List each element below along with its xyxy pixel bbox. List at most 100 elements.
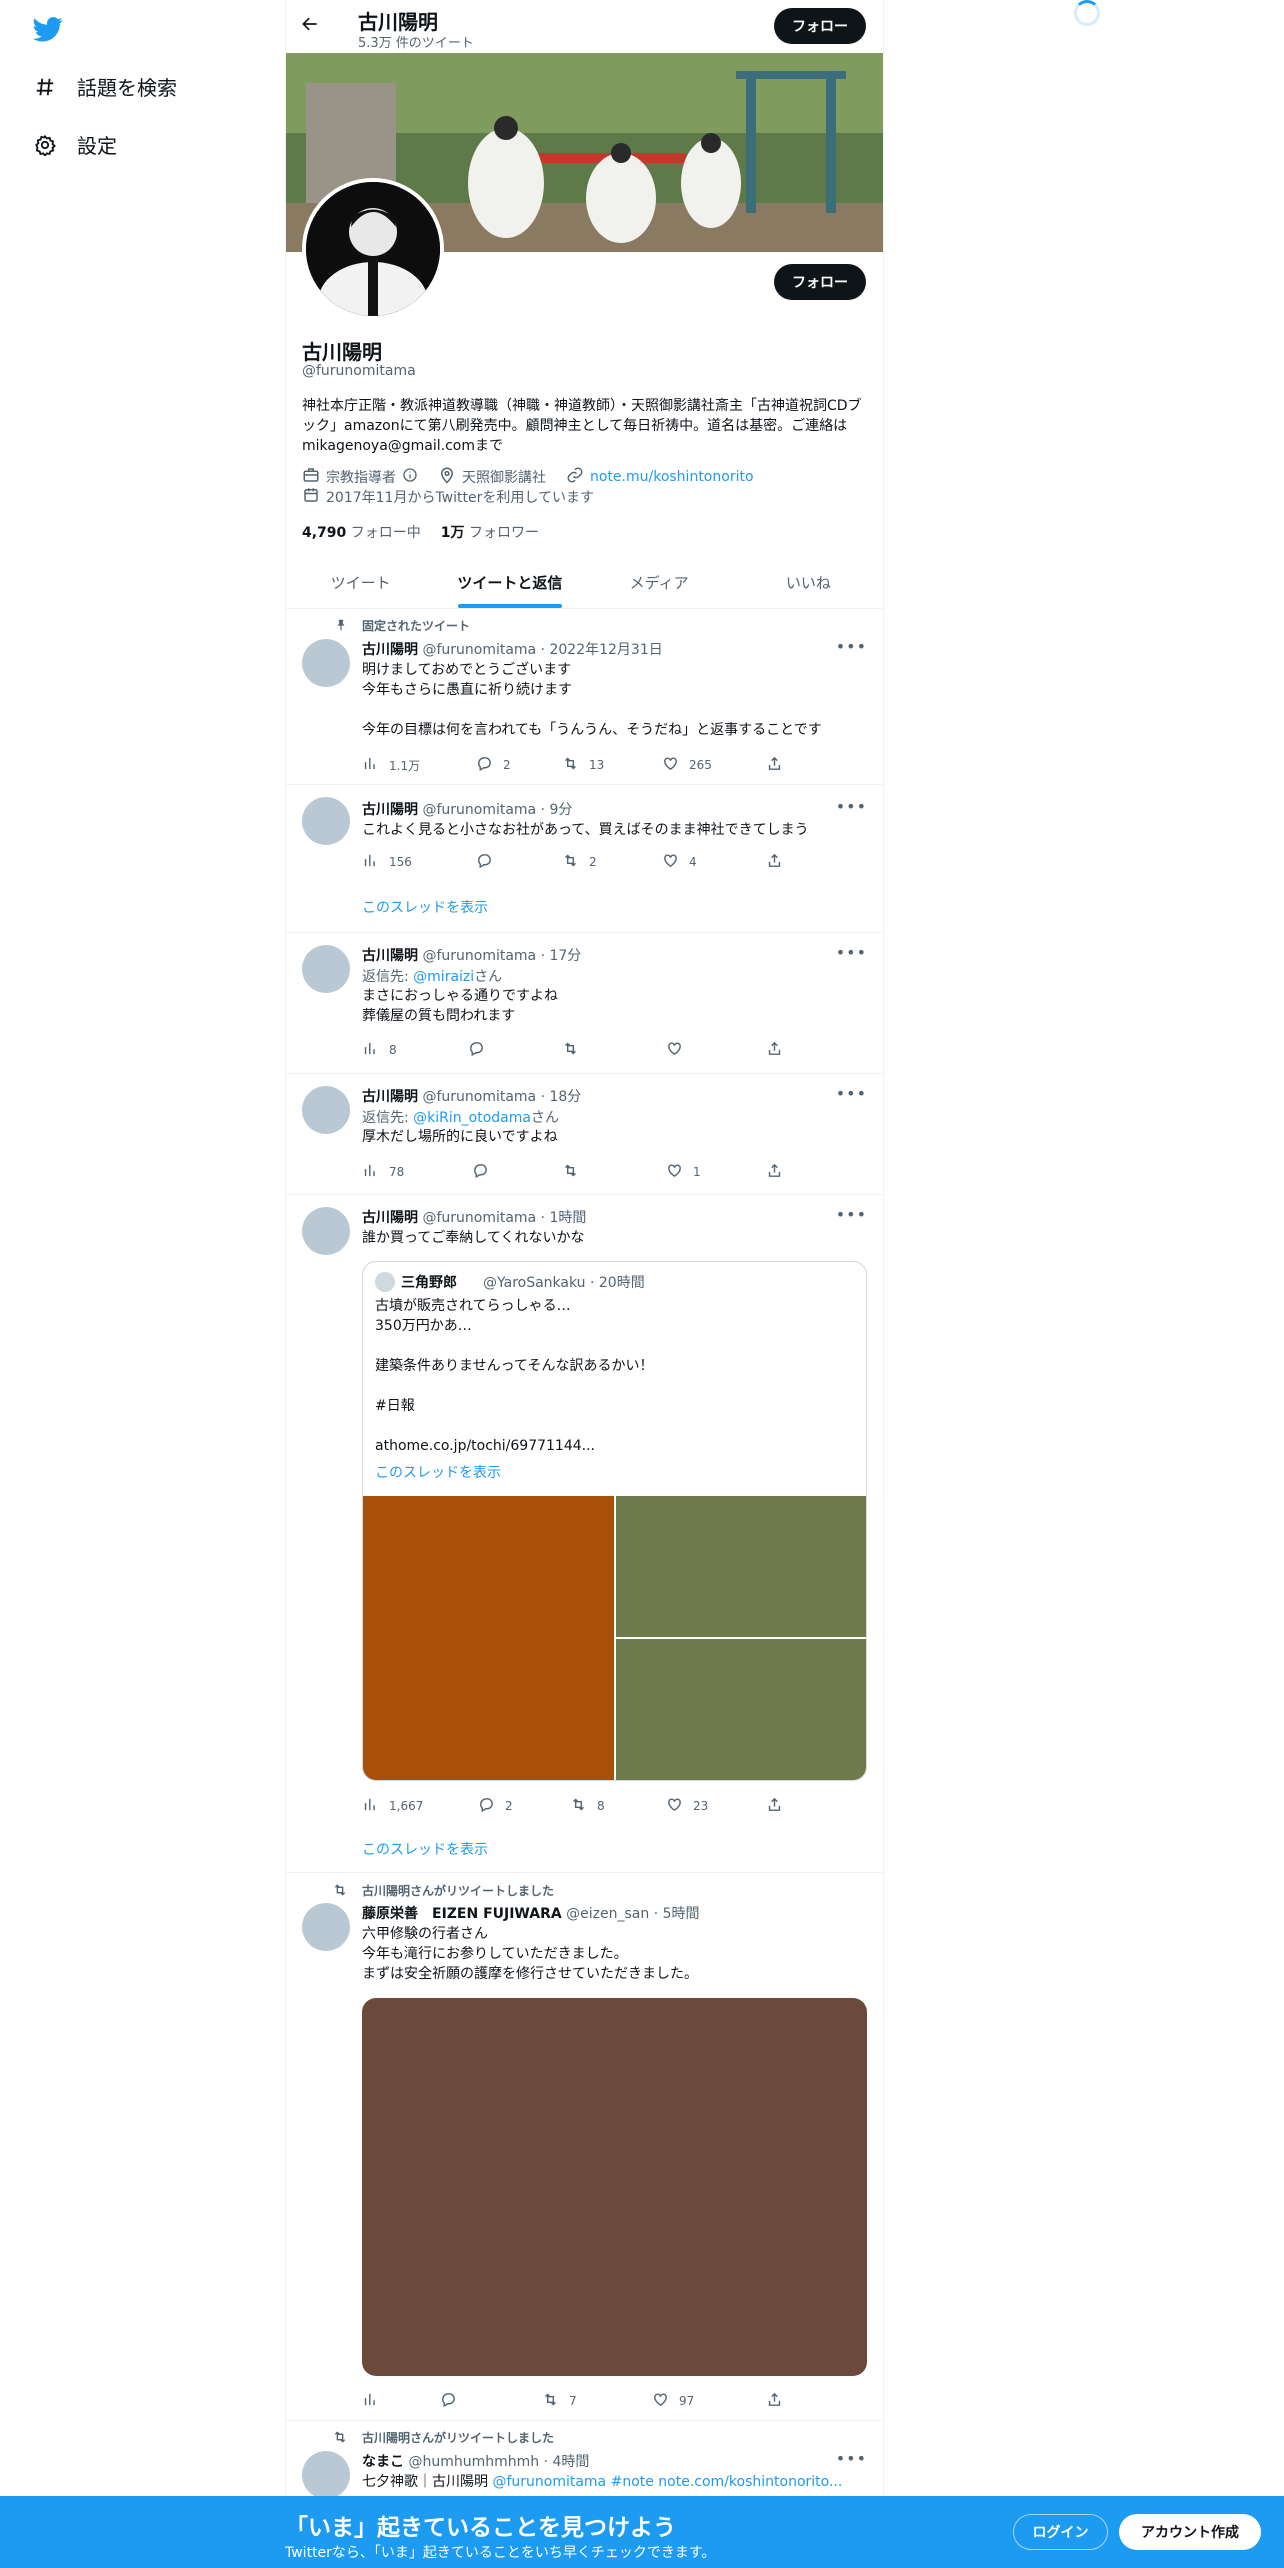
tweet-author[interactable]: 藤原栄善 EIZEN FUJIWARA [362, 1906, 562, 1922]
tweet-author[interactable]: 古川陽明 [362, 1210, 418, 1226]
reply-button[interactable] [476, 852, 503, 872]
tweet-text: これよく見ると小さなお社があって、買えばそのまま神社できてしまう [362, 822, 809, 838]
tweet-meta[interactable]: @furunomitama · 1時間 [422, 1210, 586, 1226]
more-options-icon[interactable]: ••• [836, 1205, 867, 1224]
retweet-button[interactable]: 8 [570, 1796, 605, 1816]
tweet-actions: 156 2 4 [362, 852, 787, 872]
quoted-show-thread-link[interactable]: このスレッドを表示 [375, 1462, 501, 1482]
header-follow-button[interactable]: フォロー [774, 8, 866, 44]
more-options-icon[interactable]: ••• [836, 2449, 867, 2468]
avatar[interactable] [302, 2451, 350, 2499]
avatar[interactable] [302, 1207, 350, 1255]
share-button[interactable] [766, 1796, 783, 1816]
tweet-header: 藤原栄善 EIZEN FUJIWARA @eizen_san · 5時間 [362, 1903, 700, 1923]
retweet-button[interactable]: 7 [542, 2391, 577, 2411]
info-icon[interactable] [402, 467, 418, 487]
tweet-meta[interactable]: @furunomitama · 2022年12月31日 [422, 642, 662, 658]
reply-button[interactable] [472, 1162, 499, 1182]
retweet-label[interactable]: 古川陽明さんがリツイートしました [362, 2429, 554, 2446]
tweet-meta[interactable]: @furunomitama · 9分 [422, 802, 572, 818]
twitter-logo-icon[interactable] [33, 14, 63, 44]
profile-joined-row: 2017年11月からTwitterを利用しています [302, 486, 594, 508]
like-button[interactable]: 23 [666, 1796, 708, 1816]
avatar[interactable] [302, 945, 350, 993]
tweet-pinned[interactable]: 固定されたツイート 古川陽明 @furunomitama · 2022年12月3… [286, 609, 883, 785]
tweet-meta[interactable]: @eizen_san · 5時間 [566, 1906, 699, 1922]
retweet-label[interactable]: 古川陽明さんがリツイートしました [362, 1882, 554, 1899]
tab-tweets-and-replies[interactable]: ツイートと返信 [435, 556, 584, 608]
tweet-meta[interactable]: @furunomitama · 18分 [422, 1089, 581, 1105]
nav-explore[interactable]: 話題を検索 [33, 72, 177, 101]
avatar[interactable] [302, 797, 350, 845]
tweet-meta[interactable]: @humhumhmhmh · 4時間 [408, 2454, 589, 2470]
retweeted-tweet[interactable]: 古川陽明さんがリツイートしました 藤原栄善 EIZEN FUJIWARA @ei… [286, 1873, 883, 2421]
tweet-author[interactable]: 古川陽明 [362, 802, 418, 818]
views-button[interactable]: 156 [362, 852, 412, 872]
share-button[interactable] [766, 2391, 783, 2411]
share-button[interactable] [766, 755, 783, 775]
share-button[interactable] [766, 852, 783, 872]
like-count: 265 [689, 758, 712, 772]
tweet[interactable]: 古川陽明 @furunomitama · 18分 ••• 返信先: @kiRin… [286, 1074, 883, 1195]
profile-avatar[interactable] [302, 178, 444, 320]
avatar[interactable] [302, 1903, 350, 1951]
views-count: 8 [389, 1043, 397, 1057]
tweet-text-link[interactable]: @furunomitama #note note.com/koshintonor… [492, 2474, 842, 2490]
tweet[interactable]: 古川陽明 @furunomitama · 9分 ••• これよく見ると小さなお社… [286, 785, 883, 933]
quoted-image[interactable] [616, 1496, 866, 1637]
nav-settings[interactable]: 設定 [33, 130, 117, 159]
quoted-image[interactable] [616, 1639, 866, 1780]
tab-media[interactable]: メディア [585, 556, 734, 608]
views-button[interactable]: 78 [362, 1162, 404, 1182]
more-options-icon[interactable]: ••• [836, 1084, 867, 1103]
signup-button[interactable]: アカウント作成 [1119, 2514, 1261, 2550]
like-button[interactable] [666, 1040, 693, 1060]
tweet-image[interactable] [362, 1998, 867, 2376]
tweet-author[interactable]: 古川陽明 [362, 642, 418, 658]
tweet-with-quote[interactable]: 古川陽明 @furunomitama · 1時間 ••• 誰か買ってご奉納してく… [286, 1195, 883, 1873]
like-button[interactable]: 4 [662, 852, 697, 872]
reply-to-link[interactable]: @miraizi [413, 969, 474, 985]
following-stat[interactable]: 4,790 フォロー中 [302, 522, 421, 542]
reply-button[interactable]: 2 [478, 1796, 513, 1816]
like-button[interactable]: 1 [666, 1162, 701, 1182]
tweet-meta[interactable]: @furunomitama · 17分 [422, 948, 581, 964]
quoted-image[interactable] [363, 1496, 614, 1780]
show-thread-link[interactable]: このスレッドを表示 [362, 1839, 488, 1859]
retweet-button[interactable]: 2 [562, 852, 597, 872]
views-button[interactable]: 1,667 [362, 1796, 423, 1816]
views-button[interactable]: 8 [362, 1040, 397, 1060]
profile-location: 天照御影講社 [462, 470, 546, 486]
avatar[interactable] [302, 1086, 350, 1134]
more-options-icon[interactable]: ••• [836, 637, 867, 656]
retweet-button[interactable] [562, 1040, 589, 1060]
login-button[interactable]: ログイン [1013, 2514, 1108, 2550]
share-button[interactable] [766, 1162, 783, 1182]
tab-likes[interactable]: いいね [734, 556, 883, 608]
retweet-button[interactable] [562, 1162, 589, 1182]
views-button[interactable] [362, 2391, 389, 2411]
tweet-author[interactable]: 古川陽明 [362, 948, 418, 964]
tweet-author[interactable]: 古川陽明 [362, 1089, 418, 1105]
profile-link[interactable]: note.mu/koshintonorito [590, 469, 754, 485]
reply-button[interactable] [440, 2391, 467, 2411]
reply-to-link[interactable]: @kiRin_otodama [413, 1110, 531, 1126]
retweet-button[interactable]: 13 [562, 755, 604, 775]
like-button[interactable]: 265 [662, 755, 712, 775]
tab-tweets[interactable]: ツイート [286, 556, 435, 608]
tweet-author[interactable]: なまこ [362, 2454, 404, 2470]
like-button[interactable]: 97 [652, 2391, 694, 2411]
reply-button[interactable] [468, 1040, 495, 1060]
quoted-tweet[interactable]: 三角野郎 @YaroSankaku · 20時間 古墳が販売されてらっしゃる… … [362, 1261, 867, 1781]
more-options-icon[interactable]: ••• [836, 797, 867, 816]
views-button[interactable]: 1.1万 [362, 755, 420, 775]
share-button[interactable] [766, 1040, 783, 1060]
more-options-icon[interactable]: ••• [836, 943, 867, 962]
profile-follow-button[interactable]: フォロー [774, 264, 866, 300]
show-thread-link[interactable]: このスレッドを表示 [362, 897, 488, 917]
avatar[interactable] [302, 639, 350, 687]
reply-button[interactable]: 2 [476, 755, 511, 775]
followers-stat[interactable]: 1万 フォロワー [441, 522, 539, 542]
back-arrow-icon[interactable] [300, 14, 324, 38]
tweet[interactable]: 古川陽明 @furunomitama · 17分 ••• 返信先: @mirai… [286, 933, 883, 1074]
